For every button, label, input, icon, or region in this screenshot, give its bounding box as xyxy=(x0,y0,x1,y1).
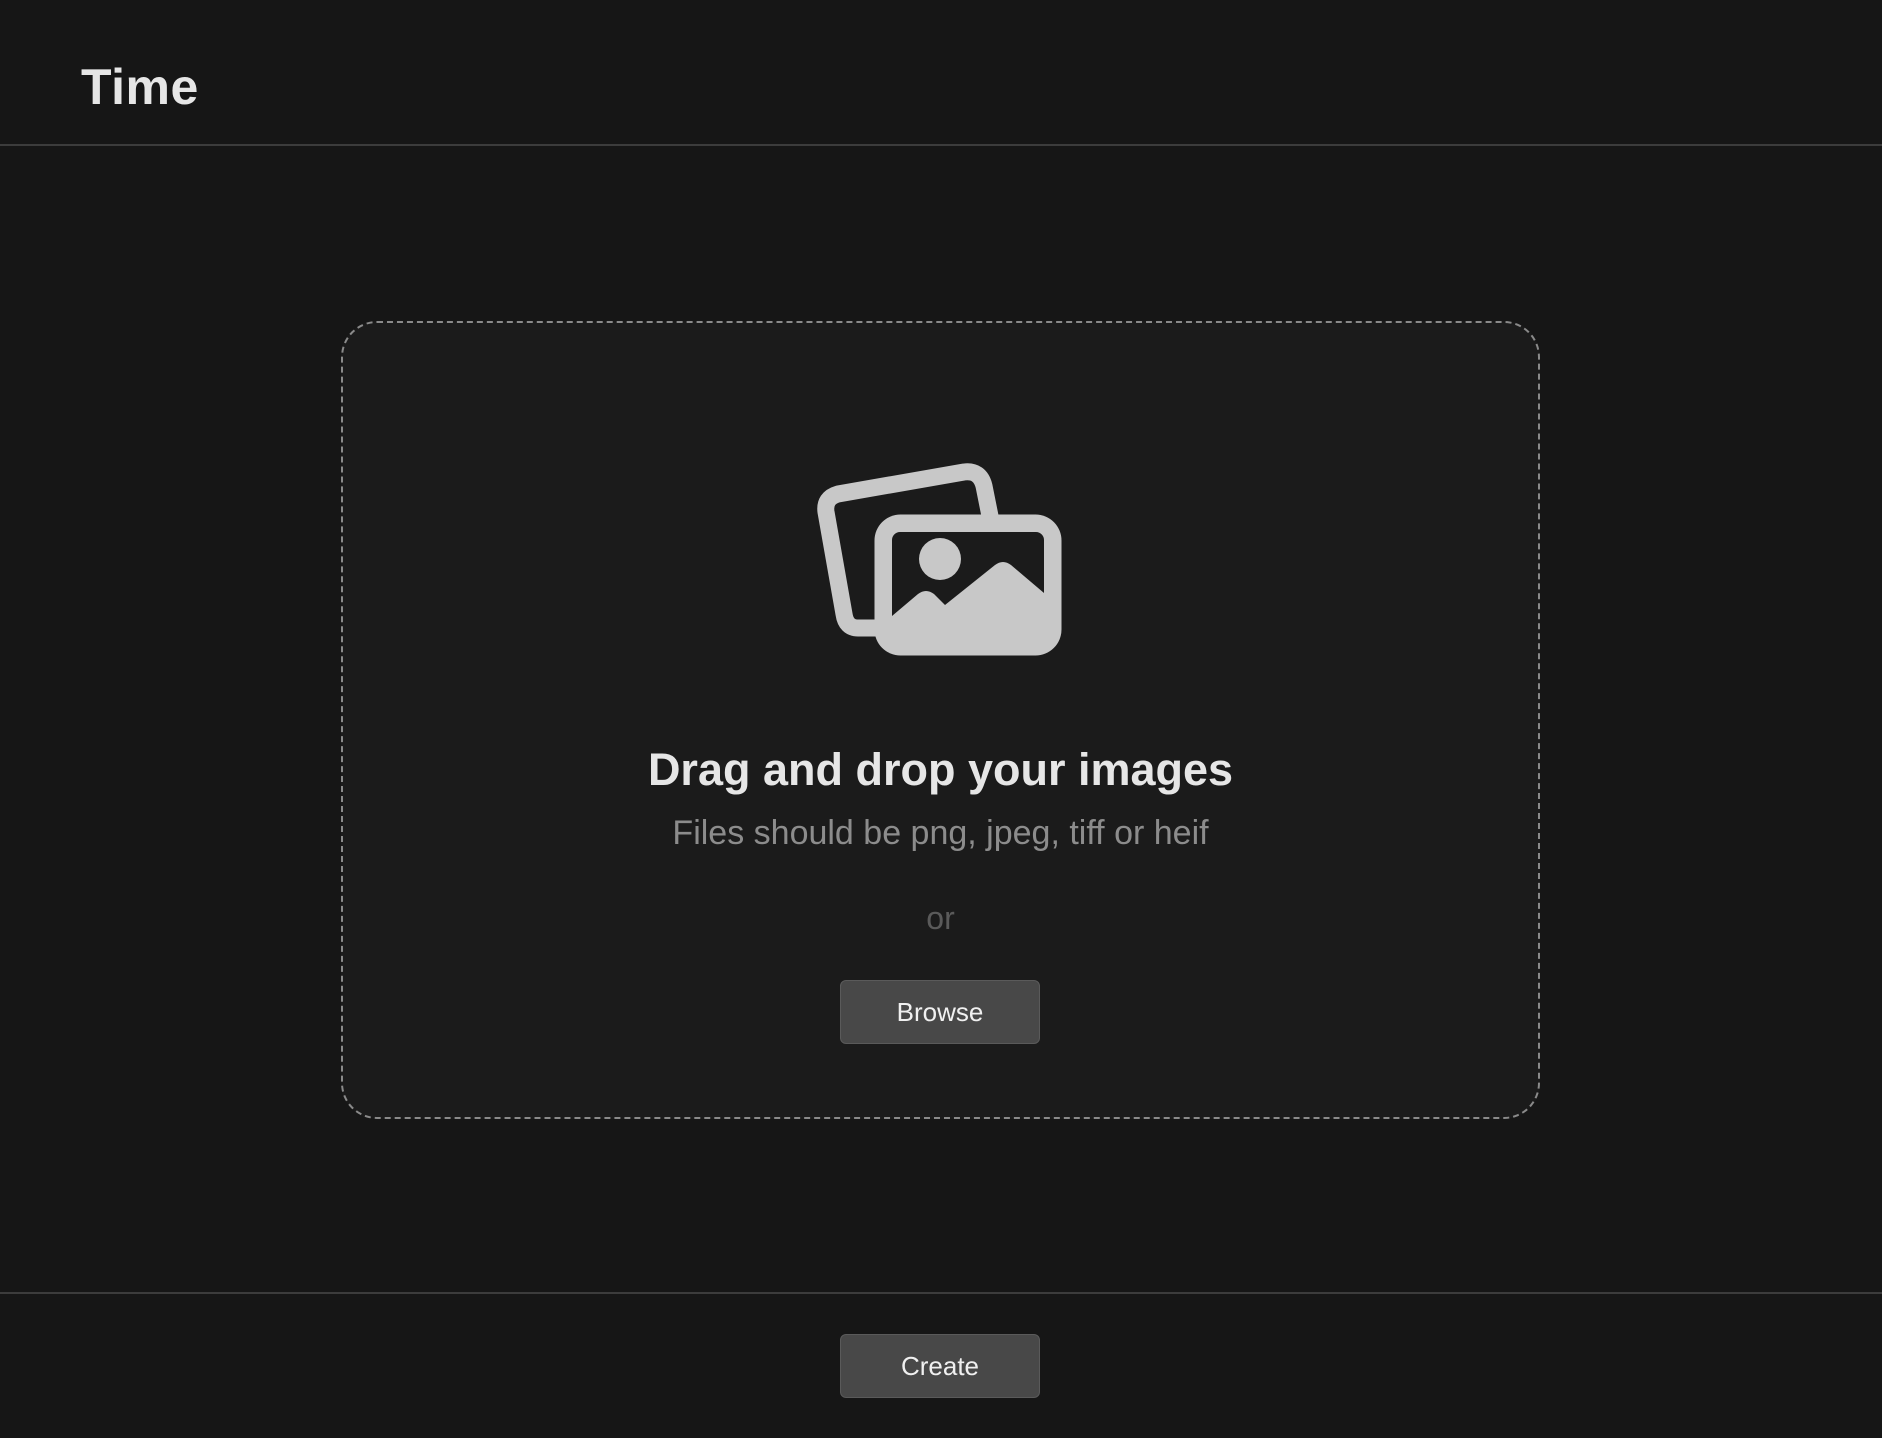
dropzone-file-types-hint: Files should be png, jpeg, tiff or heif xyxy=(672,814,1209,852)
photos-icon xyxy=(817,463,1062,656)
dropzone-heading: Drag and drop your images xyxy=(647,744,1234,795)
dropzone-or-separator: or xyxy=(926,900,955,936)
header: Time xyxy=(0,0,1882,146)
page-title: Time xyxy=(81,59,199,115)
create-button[interactable]: Create xyxy=(840,1334,1040,1398)
browse-button[interactable]: Browse xyxy=(840,980,1040,1044)
